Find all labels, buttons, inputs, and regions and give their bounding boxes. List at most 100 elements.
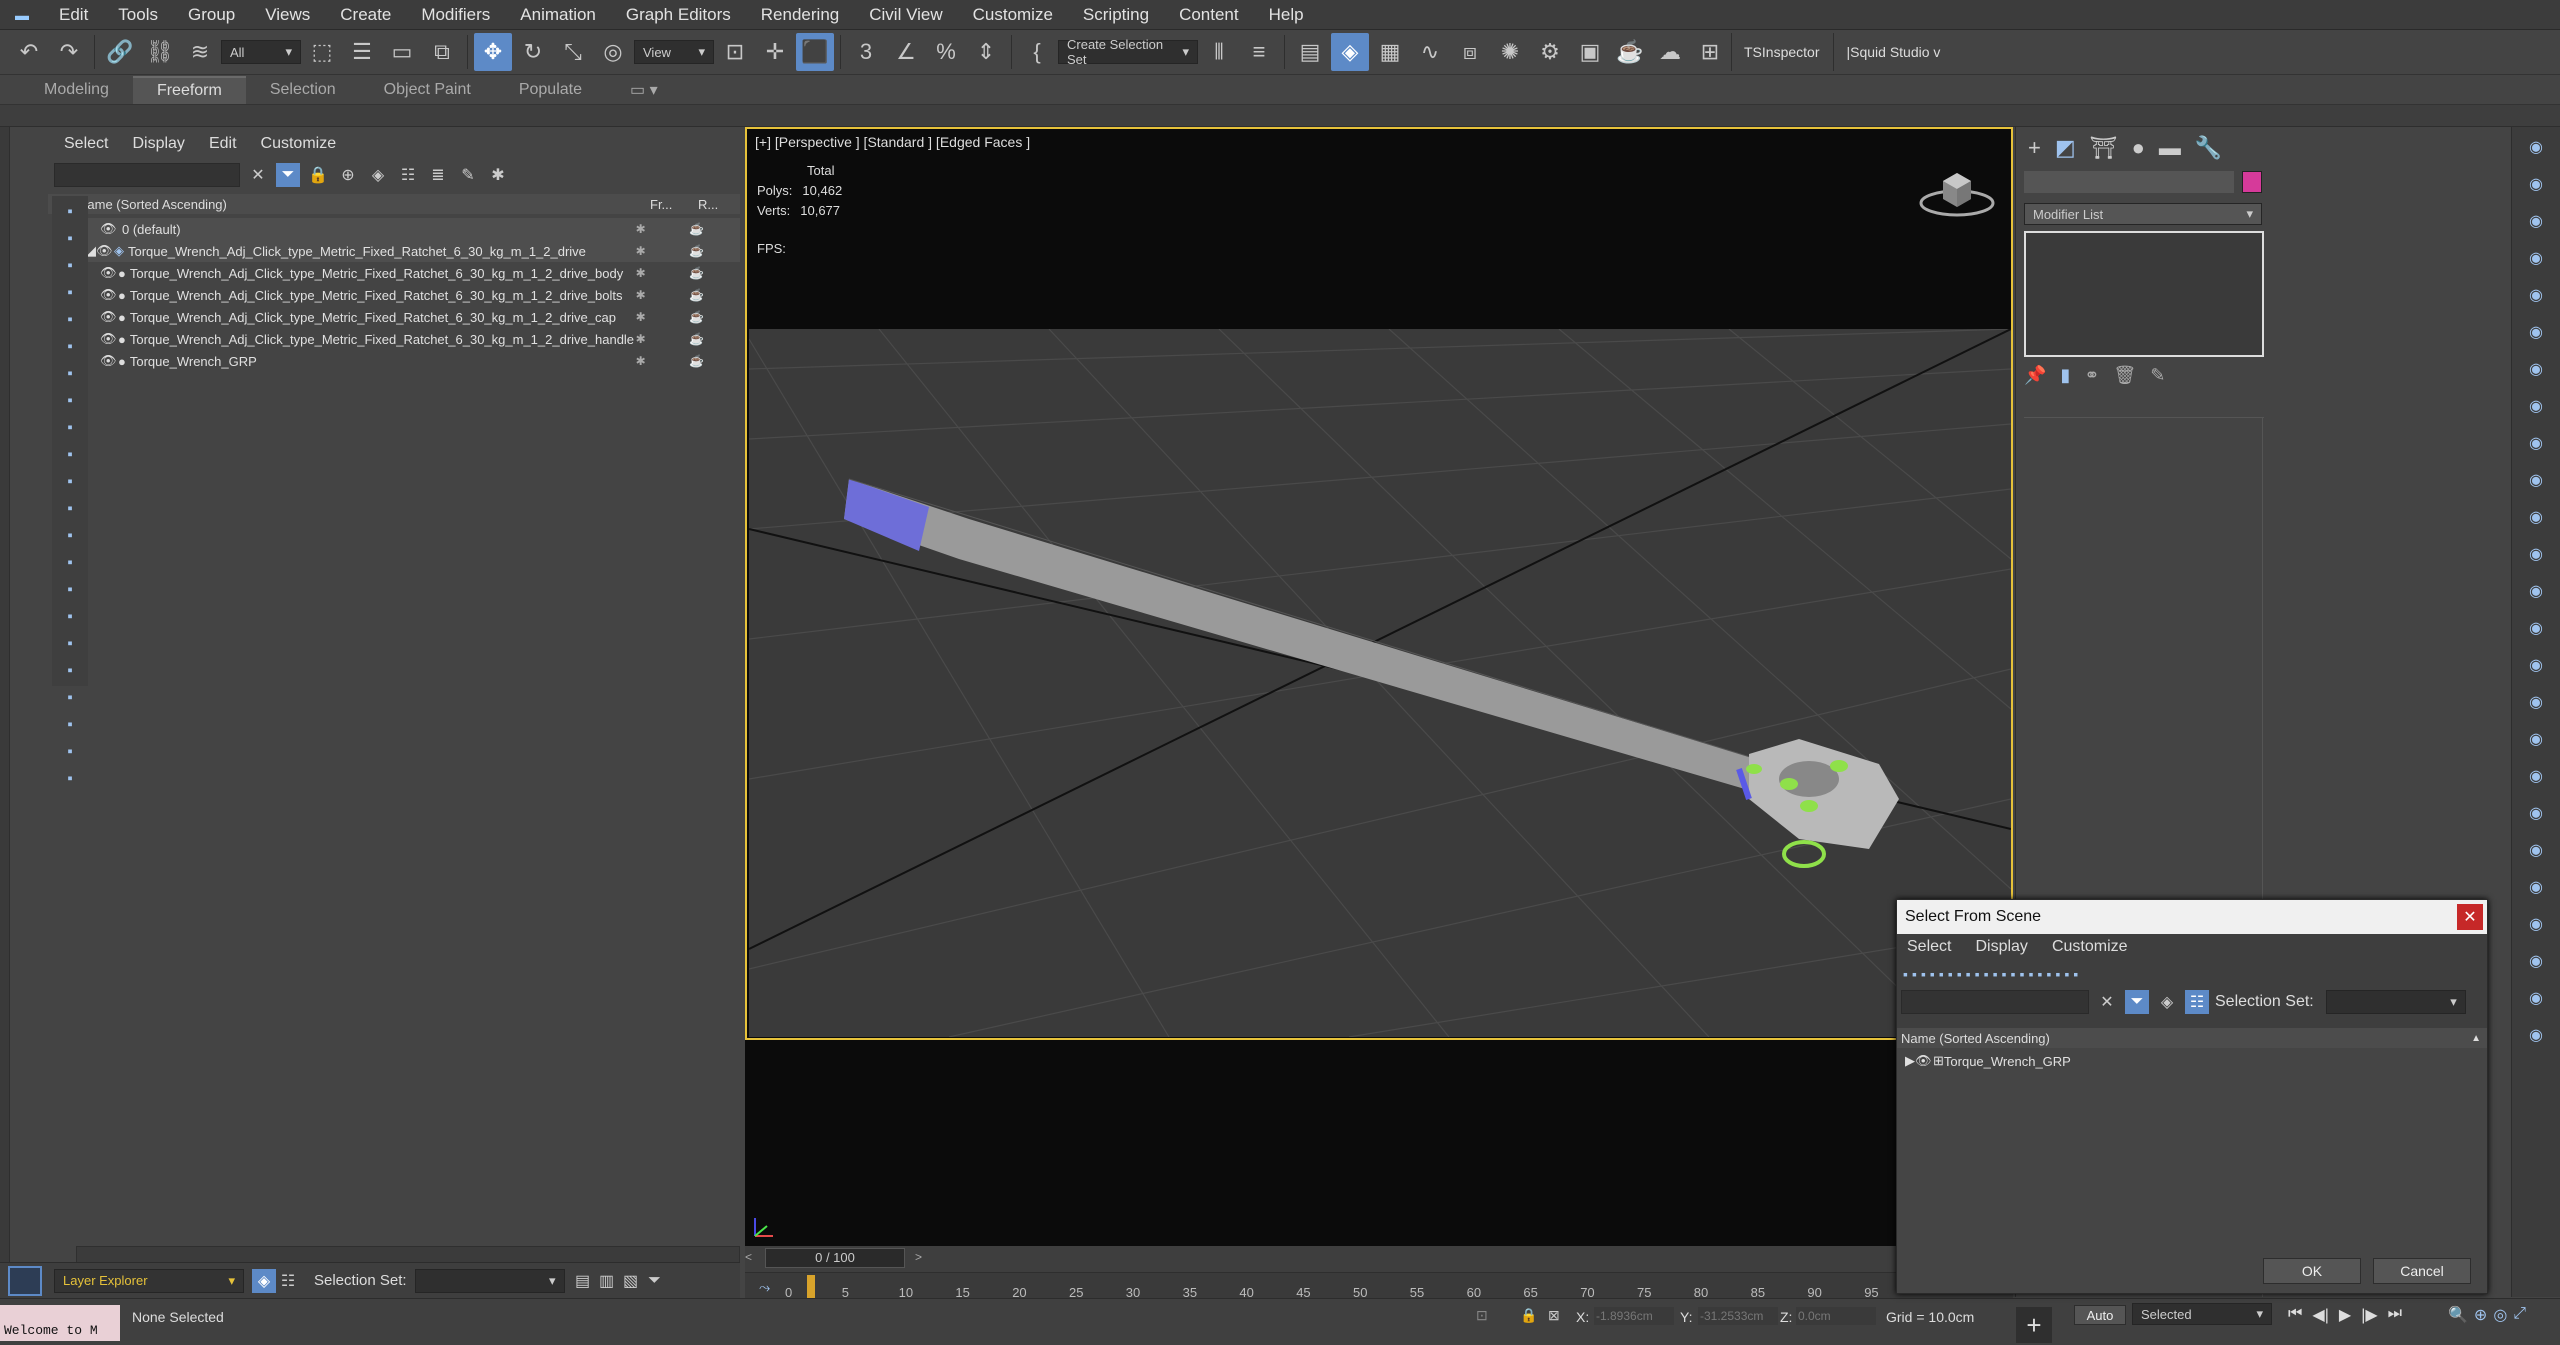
- dialog-filter-none-icon[interactable]: ▪: [2038, 966, 2043, 982]
- tree-row[interactable]: 👁 0 (default) ✱ ☕: [82, 218, 740, 240]
- dialog-menu-customize[interactable]: Customize: [2052, 938, 2128, 956]
- dialog-filter-geometry-icon[interactable]: ▪: [1903, 966, 1908, 982]
- display-tab-icon[interactable]: ▬: [2159, 135, 2181, 161]
- align-icon[interactable]: ≡: [1240, 33, 1278, 71]
- redo-icon[interactable]: ↷: [50, 33, 88, 71]
- z-coordinate-field[interactable]: 0.0cm: [1796, 1307, 1876, 1325]
- scene-menu-customize[interactable]: Customize: [261, 135, 349, 153]
- exposure-icon[interactable]: ◉: [2516, 537, 2556, 571]
- dialog-filter-particles-icon[interactable]: ▪: [1993, 966, 1998, 982]
- toggle-layer-explorer-icon[interactable]: ◈: [1331, 33, 1369, 71]
- visibility-eye-icon[interactable]: 👁: [100, 287, 118, 303]
- dialog-filter-helpers-icon[interactable]: ▪: [1939, 966, 1944, 982]
- raytrace-icon[interactable]: ◉: [2516, 574, 2556, 608]
- filter-cameras-icon[interactable]: ▪: [56, 280, 84, 304]
- daylight-icon[interactable]: ◉: [2516, 648, 2556, 682]
- filter-display-children-icon[interactable]: ▪: [56, 631, 84, 655]
- maximize-viewport-icon[interactable]: ⤢: [2513, 1305, 2526, 1325]
- filter-groups-icon[interactable]: ▪: [56, 361, 84, 385]
- dialog-filter-funnel-icon[interactable]: ▪: [2064, 966, 2069, 982]
- menu-item-scripting[interactable]: Scripting: [1068, 0, 1164, 30]
- place-icon[interactable]: ◎: [594, 33, 632, 71]
- settings-icon[interactable]: ✱: [486, 163, 510, 187]
- select-object-icon[interactable]: ⬚: [303, 33, 341, 71]
- name-column-header[interactable]: Name (Sorted Ascending): [78, 197, 227, 212]
- viewcube-icon[interactable]: [1917, 161, 1997, 221]
- filter-display-influences-icon[interactable]: ▪: [56, 658, 84, 682]
- dialog-filter-groups-icon[interactable]: ▪: [1957, 966, 1962, 982]
- visibility-eye-icon[interactable]: 👁: [100, 265, 118, 281]
- viewport-label[interactable]: [+] [Perspective ] [Standard ] [Edged Fa…: [755, 134, 1030, 150]
- link-icon[interactable]: 🔗: [101, 33, 139, 71]
- funnel-icon[interactable]: ⏷: [643, 1269, 667, 1293]
- visibility-eye-icon[interactable]: 👁: [100, 353, 118, 369]
- layers-icon[interactable]: ◈: [2155, 990, 2179, 1014]
- menu-item-modifiers[interactable]: Modifiers: [406, 0, 505, 30]
- named-selection-set-dropdown[interactable]: Create Selection Set ▾: [1058, 37, 1198, 67]
- orbit-icon[interactable]: ◎: [2493, 1305, 2507, 1325]
- remove-modifier-icon[interactable]: 🗑: [2113, 365, 2136, 386]
- filter-bracket-icon[interactable]: ▪: [56, 766, 84, 790]
- new-layer-icon[interactable]: ⊕: [336, 163, 360, 187]
- hierarchy-tab-icon[interactable]: ⛩: [2090, 135, 2118, 161]
- pivot-center-icon[interactable]: ⊡: [716, 33, 754, 71]
- utilities-tab-icon[interactable]: 🔧: [2195, 135, 2222, 161]
- visibility-eye-icon[interactable]: 👁: [100, 309, 118, 325]
- select-manipulate-icon[interactable]: ✛: [756, 33, 794, 71]
- rendered-frame-window-icon[interactable]: ▣: [1571, 33, 1609, 71]
- pin-stack-icon[interactable]: 📌: [2024, 365, 2046, 386]
- add-time-tag-icon[interactable]: +: [2016, 1307, 2052, 1343]
- tree-row[interactable]: 👁 ● Torque_Wrench_Adj_Click_type_Metric_F…: [82, 284, 740, 306]
- menu-item-customize[interactable]: Customize: [958, 0, 1068, 30]
- menu-item-tools[interactable]: Tools: [103, 0, 173, 30]
- render-setup-icon[interactable]: ⚙: [1531, 33, 1569, 71]
- menu-item-rendering[interactable]: Rendering: [746, 0, 854, 30]
- dialog-filter-frozen-icon[interactable]: ▪: [2002, 966, 2007, 982]
- rectangle-selection-icon[interactable]: ▭: [383, 33, 421, 71]
- menu-item-graph-editors[interactable]: Graph Editors: [611, 0, 746, 30]
- app-logo-icon[interactable]: ▬: [0, 0, 44, 30]
- filter-space-warps-icon[interactable]: ▪: [56, 334, 84, 358]
- bind-space-warp-icon[interactable]: ≋: [181, 33, 219, 71]
- dialog-filter-all-icon[interactable]: ▪: [2029, 966, 2034, 982]
- schematic-view-icon[interactable]: ⧈: [1451, 33, 1489, 71]
- light-lister-icon[interactable]: ◉: [2516, 278, 2556, 312]
- filter-icon[interactable]: ⏷: [2125, 990, 2149, 1014]
- dialog-filter-containers-icon[interactable]: ▪: [1984, 966, 1989, 982]
- curve-editor-icon[interactable]: ∿: [1411, 33, 1449, 71]
- add-to-set-icon[interactable]: ▥: [595, 1269, 619, 1293]
- sketch-icon[interactable]: ◉: [2516, 870, 2556, 904]
- layers-icon[interactable]: ◈: [366, 163, 390, 187]
- undo-icon[interactable]: ↶: [10, 33, 48, 71]
- lighting-analysis-icon[interactable]: ◉: [2516, 759, 2556, 793]
- effects-icon[interactable]: ◉: [2516, 463, 2556, 497]
- render-preset-icon[interactable]: ◉: [2516, 204, 2556, 238]
- viewport-layouts-icon[interactable]: ◉: [2516, 130, 2556, 164]
- ok-button[interactable]: OK: [2263, 1258, 2361, 1284]
- go-to-end-icon[interactable]: ⏭: [2388, 1305, 2402, 1325]
- tree-row[interactable]: 👁 ● Torque_Wrench_Adj_Click_type_Metric_F…: [82, 262, 740, 284]
- ribbon-tab-freeform[interactable]: Freeform: [132, 75, 246, 104]
- layers-toggle-icon[interactable]: ◈: [252, 1268, 276, 1293]
- dialog-filter-invert-icon[interactable]: ▪: [2047, 966, 2052, 982]
- dialog-filter-bones-icon[interactable]: ▪: [1975, 966, 1980, 982]
- menu-item-create[interactable]: Create: [325, 0, 406, 30]
- scale-icon[interactable]: ⤡: [554, 33, 592, 71]
- tree-row[interactable]: ◢ 👁 ◈ Torque_Wrench_Adj_Click_type_Metric_…: [82, 240, 740, 262]
- menu-item-help[interactable]: Help: [1254, 0, 1319, 30]
- dialog-tree-row[interactable]: ▶ 👁 ⊞ Torque_Wrench_GRP: [1897, 1050, 2487, 1072]
- tree-row[interactable]: 👁 ● Torque_Wrench_Adj_Click_type_Metric_F…: [82, 328, 740, 350]
- dialog-filter-shapes-icon[interactable]: ▪: [1912, 966, 1917, 982]
- object-color-swatch[interactable]: [2242, 171, 2262, 193]
- environment-icon[interactable]: ◉: [2516, 426, 2556, 460]
- filter-containers-icon[interactable]: ▪: [56, 442, 84, 466]
- sort-arrow-icon[interactable]: ▲: [2471, 1033, 2481, 1044]
- layer-stack-icon[interactable]: ≣: [426, 163, 450, 187]
- display-floater-icon[interactable]: ◉: [2516, 352, 2556, 386]
- next-frame-icon[interactable]: >: [915, 1250, 927, 1268]
- auto-key-button[interactable]: Auto: [2074, 1305, 2126, 1325]
- material-browser-icon[interactable]: ◉: [2516, 241, 2556, 275]
- render-production-icon[interactable]: ☕: [1611, 33, 1649, 71]
- visibility-eye-icon[interactable]: 👁: [96, 243, 114, 259]
- zoom-all-icon[interactable]: ⊕: [2474, 1305, 2487, 1325]
